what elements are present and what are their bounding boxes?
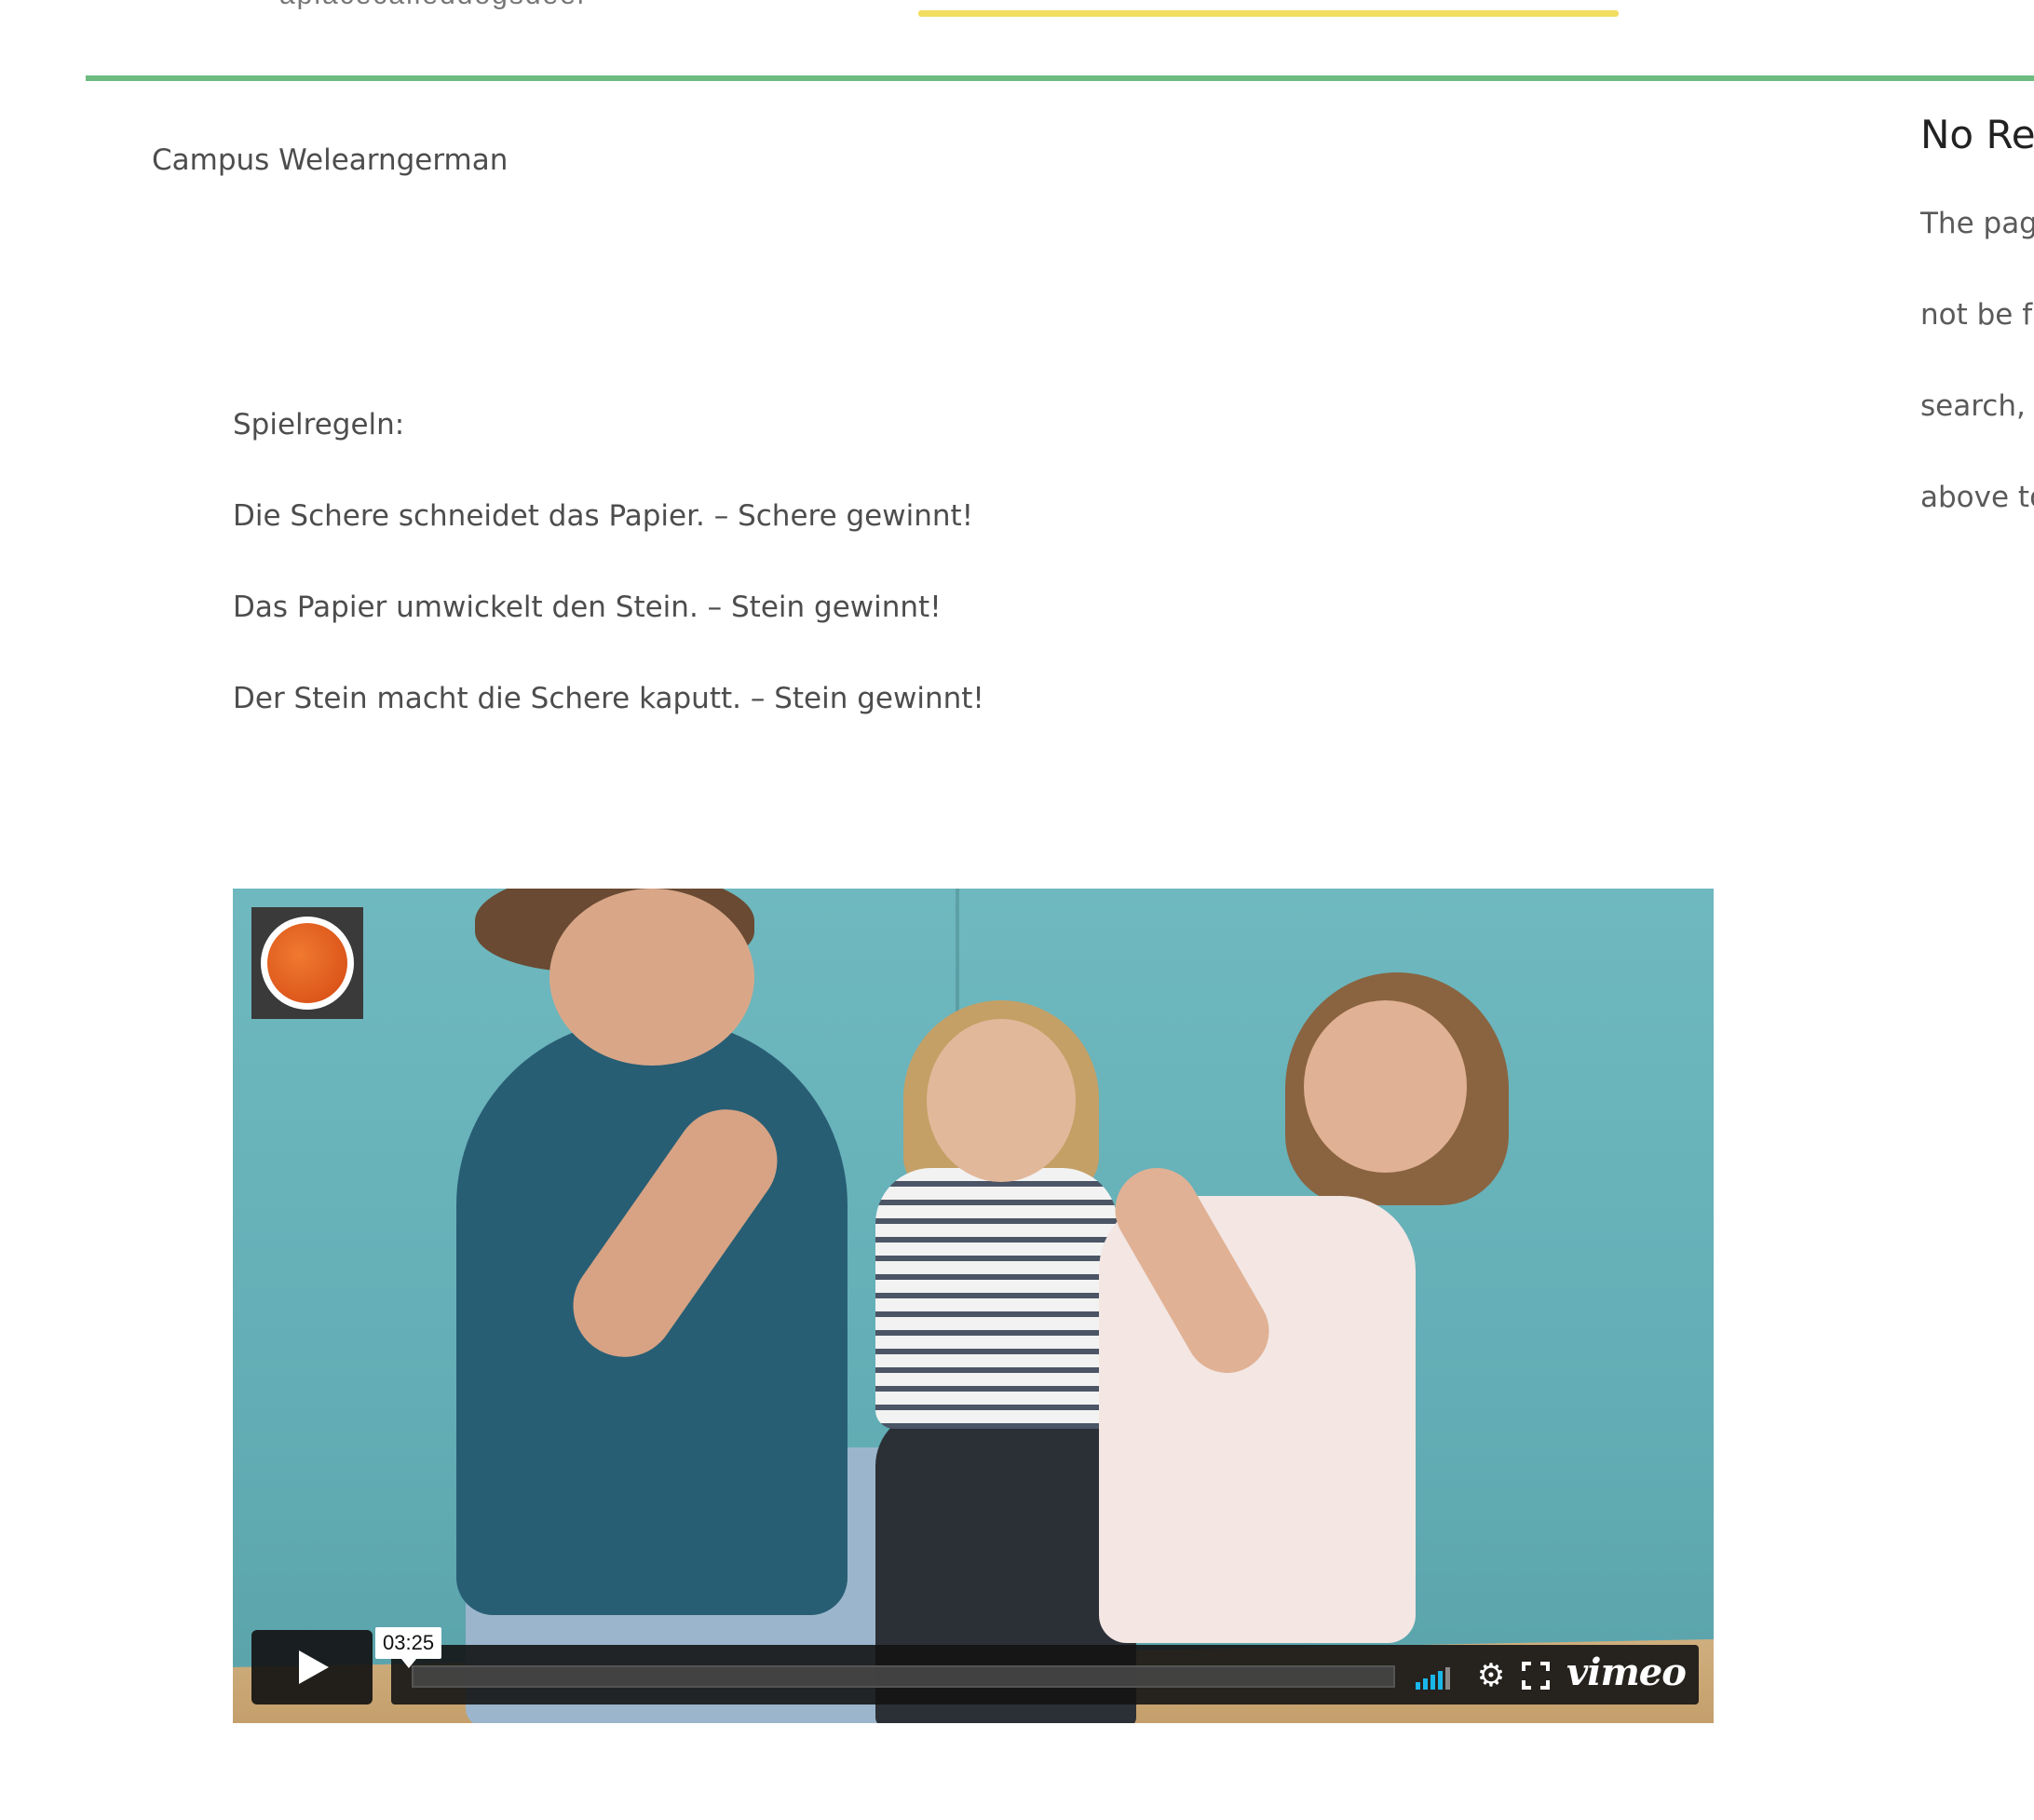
active-tab-indicator xyxy=(918,10,1619,17)
volume-icon[interactable] xyxy=(1416,1662,1460,1690)
fullscreen-icon[interactable] xyxy=(1520,1660,1552,1691)
volume-bar xyxy=(1423,1678,1428,1690)
breadcrumb[interactable]: Campus Welearngerman xyxy=(152,143,508,177)
sidebar-no-results: No Re The pag not be f search, c above t… xyxy=(1920,112,2034,514)
play-button[interactable] xyxy=(251,1630,373,1705)
header-divider xyxy=(86,75,2034,81)
rule-paper: Das Papier umwickelt den Stein. – Stein … xyxy=(233,591,942,624)
sidebar-line: The pag xyxy=(1920,207,2034,240)
volume-bar xyxy=(1438,1671,1443,1690)
sidebar-line: above to xyxy=(1920,481,2034,514)
duration-label: 03:25 xyxy=(375,1627,442,1668)
sidebar-title: No Re xyxy=(1920,112,2034,157)
article-content: Spielregeln: Die Schere schneidet das Pa… xyxy=(233,406,984,771)
volume-bar xyxy=(1445,1667,1450,1690)
channel-avatar-ring xyxy=(261,917,354,1010)
video-frame-child xyxy=(1304,1000,1467,1173)
sidebar-line: search, c xyxy=(1920,389,2034,423)
play-icon xyxy=(299,1650,329,1684)
video-frame-child xyxy=(875,1168,1118,1429)
video-player[interactable]: 03:25 ⚙ vimeo xyxy=(233,889,1714,1723)
video-frame-adult xyxy=(549,889,754,1066)
rule-scissors: Die Schere schneidet das Papier. – Scher… xyxy=(233,499,974,533)
channel-logo-icon xyxy=(267,923,347,1003)
vimeo-logo[interactable]: vimeo xyxy=(1566,1650,1687,1694)
seek-bar[interactable] xyxy=(412,1665,1395,1688)
rules-heading: Spielregeln: xyxy=(233,408,405,441)
video-frame-child xyxy=(927,1019,1076,1182)
settings-gear-icon[interactable]: ⚙ xyxy=(1475,1660,1507,1691)
rule-stone: Der Stein macht die Schere kaputt. – Ste… xyxy=(233,682,984,715)
video-controls: ⚙ vimeo xyxy=(391,1645,1699,1705)
sidebar-line: not be f xyxy=(1920,298,2033,332)
header-cutoff-text: aplacecalleddogsdeer xyxy=(279,0,589,11)
channel-avatar[interactable] xyxy=(251,907,363,1019)
volume-bar xyxy=(1431,1675,1435,1690)
volume-bar xyxy=(1416,1682,1420,1690)
